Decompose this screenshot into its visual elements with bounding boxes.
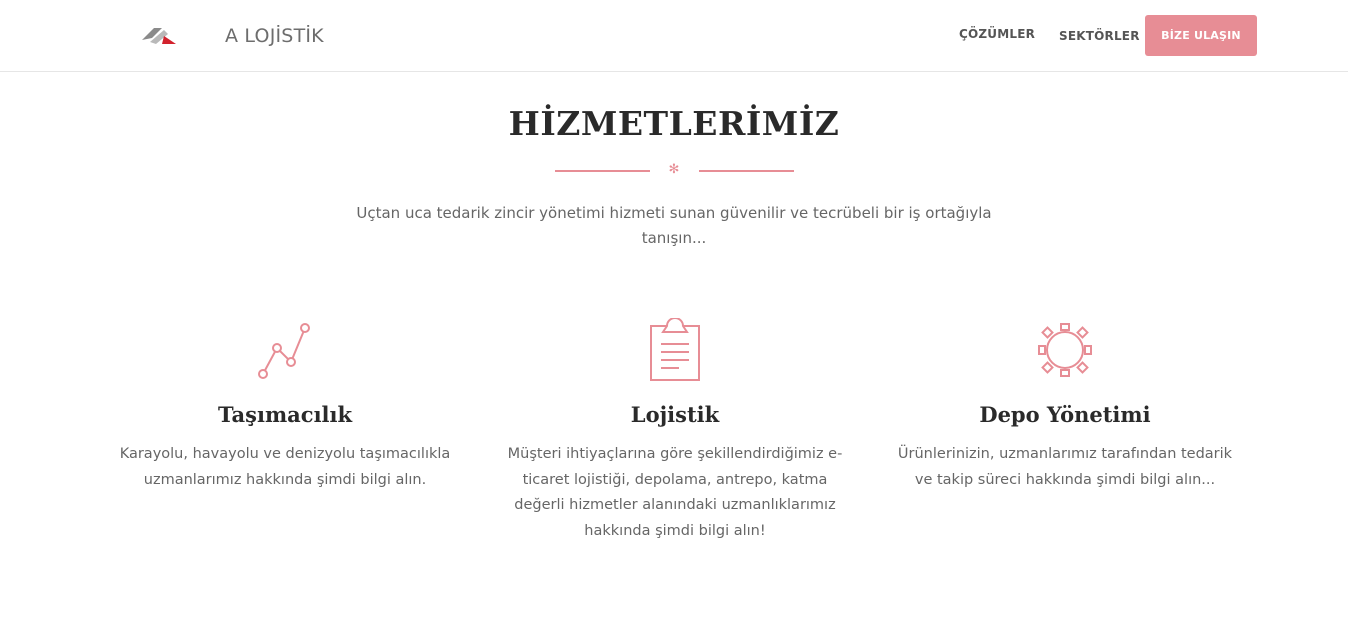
logo-arrow-icon[interactable] — [140, 24, 178, 46]
service-title: Lojistik — [630, 402, 720, 427]
section-subtitle: Uçtan uca tedarik zincir yönetimi hizmet… — [356, 204, 992, 247]
service-title: Depo Yönetimi — [979, 402, 1151, 427]
brand-name[interactable]: A LOJİSTİK — [225, 25, 324, 47]
service-card-transport: Taşımacılık Karayolu, havayolu ve denizy… — [100, 318, 470, 493]
snowflake-star-icon: ✻ — [668, 162, 680, 177]
nav-link-solutions[interactable]: ÇÖZÜMLER — [959, 27, 1035, 41]
service-card-logistics: Lojistik Müşteri ihtiyaçlarına göre şeki… — [490, 318, 860, 544]
service-text: Karayolu, havayolu ve denizyolu taşımacı… — [119, 446, 451, 488]
service-card-warehouse: Depo Yönetimi Ürünlerinizin, uzmanlarımı… — [880, 318, 1250, 493]
service-text: Ürünlerinizin, uzmanlarımız tarafından t… — [897, 446, 1233, 488]
nav-link-sectors[interactable]: SEKTÖRLER — [1059, 29, 1140, 43]
service-title: Taşımacılık — [217, 402, 353, 427]
divider-left — [555, 170, 650, 172]
service-text: Müşteri ihtiyaçlarına göre şekillendirdi… — [507, 446, 843, 539]
divider-right — [699, 170, 794, 172]
contact-button[interactable]: BİZE ULAŞIN — [1145, 15, 1257, 56]
gear-icon — [1038, 323, 1092, 377]
section-title: HİZMETLERİMİZ — [508, 104, 840, 143]
clipboard-icon — [650, 318, 700, 381]
line-chart-icon — [258, 323, 310, 379]
site-header: A LOJİSTİK ÇÖZÜMLER SEKTÖRLER BİZE ULAŞI… — [0, 0, 1348, 72]
